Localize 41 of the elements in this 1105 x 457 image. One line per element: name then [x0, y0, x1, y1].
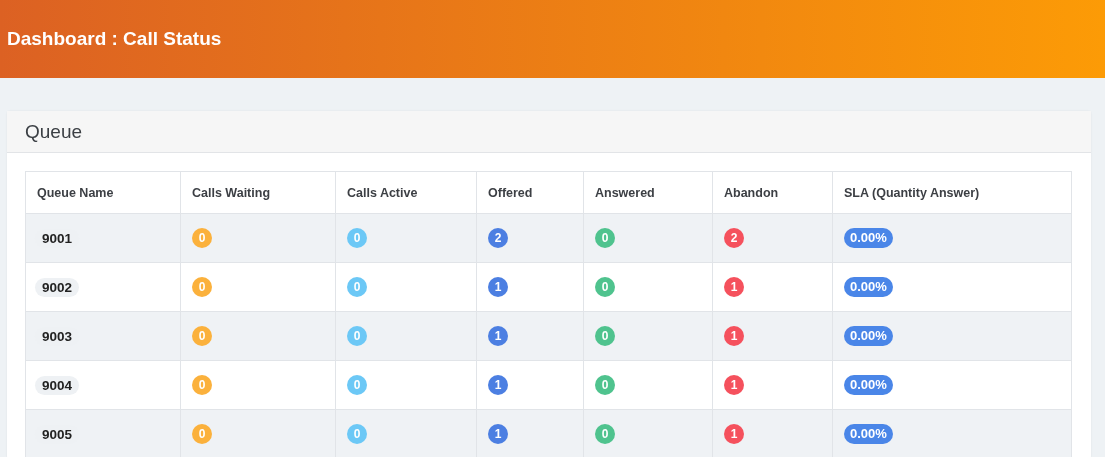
- count-badge: 1: [488, 424, 508, 444]
- count-badge: 0: [595, 228, 615, 248]
- column-header: SLA (Quantity Answer): [832, 171, 1072, 214]
- queue-name: 9004: [35, 375, 80, 395]
- percent-badge: 0.00%: [844, 326, 893, 346]
- count-badge: 0: [192, 228, 212, 248]
- count-badge: 1: [724, 277, 744, 297]
- count-badge: 0: [192, 277, 212, 297]
- count-badge: 0: [595, 277, 615, 297]
- percent-badge: 0.00%: [844, 375, 893, 395]
- count-badge: 1: [724, 375, 744, 395]
- count-badge: 1: [724, 326, 744, 346]
- count-badge: 2: [724, 228, 744, 248]
- count-badge: 0: [347, 277, 367, 297]
- column-header: Calls Active: [335, 171, 477, 214]
- count-badge: 1: [724, 424, 744, 444]
- queue-name: 9002: [35, 277, 80, 297]
- count-badge: 0: [192, 375, 212, 395]
- card-title: Queue: [25, 120, 83, 143]
- page-title: Dashboard : Call Status: [7, 28, 222, 50]
- count-badge: 1: [488, 375, 508, 395]
- count-badge: 1: [488, 277, 508, 297]
- percent-badge: 0.00%: [844, 424, 893, 444]
- column-header: Abandon: [712, 171, 833, 214]
- count-badge: 0: [347, 228, 367, 248]
- count-badge: 1: [488, 326, 508, 346]
- count-badge: 0: [595, 326, 615, 346]
- column-header: Queue Name: [25, 171, 181, 214]
- percent-badge: 0.00%: [844, 277, 893, 297]
- count-badge: 0: [347, 424, 367, 444]
- count-badge: 0: [192, 326, 212, 346]
- count-badge: 2: [488, 228, 508, 248]
- column-header: Offered: [476, 171, 584, 214]
- percent-badge: 0.00%: [844, 228, 893, 248]
- count-badge: 0: [192, 424, 212, 444]
- count-badge: 0: [595, 424, 615, 444]
- column-header: Answered: [583, 171, 713, 214]
- count-badge: 0: [595, 375, 615, 395]
- count-badge: 0: [347, 375, 367, 395]
- column-header: Calls Waiting: [180, 171, 336, 214]
- count-badge: 0: [347, 326, 367, 346]
